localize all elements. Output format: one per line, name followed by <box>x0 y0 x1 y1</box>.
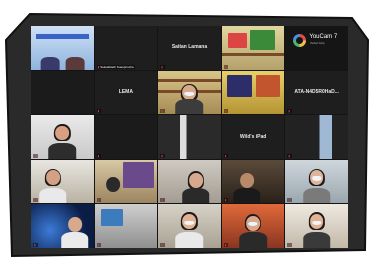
participant-video <box>158 159 221 204</box>
video-tile[interactable]: ▮ <box>31 159 94 204</box>
mic-muted-icon: ▮ <box>224 64 227 69</box>
participant-name-label: ▮ <box>287 153 293 158</box>
mic-muted-icon: ▮ <box>34 198 36 203</box>
video-tile[interactable]: Saitan Lamana ▮ <box>158 26 221 70</box>
video-tile[interactable]: ▮ <box>285 159 348 204</box>
video-tile[interactable]: ▮ <box>221 204 285 248</box>
video-tile[interactable]: ▮ <box>285 204 348 248</box>
mic-muted-icon: ▮ <box>224 198 227 203</box>
video-tile[interactable]: ▮ <box>158 159 221 204</box>
participant-video <box>31 70 94 115</box>
participant-video <box>221 159 285 204</box>
participant-name-label: ▮Suksabiteth Suanprincha <box>96 64 135 69</box>
mic-muted-icon: ▮ <box>224 153 227 158</box>
video-tile[interactable]: ▮ <box>31 115 94 159</box>
video-tile[interactable]: ▮ <box>94 115 158 159</box>
mic-muted-icon: ▮ <box>288 198 291 203</box>
video-tile[interactable]: ▮ <box>31 204 94 248</box>
mic-muted-icon: ▮ <box>224 242 227 247</box>
mic-muted-icon: ▮ <box>224 109 227 114</box>
mic-muted-icon: ▮ <box>161 198 163 203</box>
mic-muted-icon: ▮ <box>288 109 291 114</box>
video-tile[interactable]: ▮Suksabiteth Suanprincha <box>94 26 158 70</box>
participant-video <box>94 204 158 248</box>
participant-video <box>285 204 348 248</box>
video-tile[interactable]: ▮ <box>285 115 348 159</box>
mic-muted-icon: ▮ <box>97 109 100 114</box>
video-tile[interactable]: ▮ <box>94 204 158 248</box>
participant-name-label: ▮ <box>160 64 165 69</box>
participant-name-label: ▮ <box>160 109 165 114</box>
participant-name-label: ▮ <box>223 242 229 247</box>
mic-muted-icon: ▮ <box>161 64 163 69</box>
mic-muted-icon: ▮ <box>161 109 163 114</box>
participant-video <box>94 26 158 70</box>
participant-name-label: ▮ <box>223 153 229 158</box>
participant-name-label: ▮ <box>223 109 229 114</box>
participant-center-name: LEMA <box>118 88 133 95</box>
mic-muted-icon: ▮ <box>97 198 100 203</box>
video-tile[interactable]: YouCam 7 Perfect Corp <box>285 26 348 70</box>
participant-name-label: ▮ <box>33 242 38 247</box>
participant-center-name: Saitan Lamana <box>171 44 208 51</box>
video-tile[interactable]: ▮ <box>158 70 221 115</box>
participant-video <box>94 159 158 204</box>
participant-video <box>158 204 221 248</box>
participant-video <box>31 26 94 70</box>
participant-video <box>158 70 221 115</box>
mic-muted-icon: ▮ <box>288 242 291 247</box>
video-tile[interactable]: Wild's iPad ▮ <box>221 115 285 159</box>
participant-name-label: ▮ <box>287 242 293 247</box>
participant-video <box>31 115 94 159</box>
participant-name-label: ▮ <box>96 109 102 114</box>
participant-video <box>94 115 158 159</box>
participant-name-label: ▮ <box>287 109 293 114</box>
mic-muted-icon: ▮ <box>161 153 163 158</box>
mic-muted-icon: ▮ <box>97 64 100 69</box>
watermark-subtitle: Perfect Corp <box>310 42 325 45</box>
participant-name-label: ▮ <box>33 153 38 158</box>
mic-muted-icon: ▮ <box>161 242 163 247</box>
participant-name-label: ▮ <box>96 198 102 203</box>
participant-center-name: Wild's iPad <box>239 133 267 140</box>
participant-video <box>221 204 285 248</box>
video-tile[interactable] <box>31 26 94 70</box>
participant-video <box>285 115 348 159</box>
participant-video <box>221 70 285 115</box>
participant-name-label: ▮ <box>223 64 229 69</box>
participant-name-label: ▮ <box>223 198 229 203</box>
participant-video: YouCam 7 Perfect Corp <box>285 26 348 70</box>
mic-muted-icon: ▮ <box>97 153 100 158</box>
youcam-logo-icon <box>293 34 307 47</box>
mic-muted-icon: ▮ <box>288 153 291 158</box>
participant-name-label: ▮ <box>160 242 165 247</box>
video-gallery-grid: ▮Suksabiteth Suanprincha Saitan Lamana ▮… <box>31 26 348 248</box>
participant-name-label: ▮ <box>96 242 102 247</box>
participant-name-label: ▮ <box>287 198 293 203</box>
video-tile[interactable]: LEMA ▮ <box>94 70 158 115</box>
participant-video <box>221 26 285 70</box>
participant-name-label: ▮ <box>33 198 38 203</box>
video-tile[interactable]: ▮ <box>221 159 285 204</box>
participant-video <box>158 115 221 159</box>
video-tile[interactable]: ▮ <box>94 159 158 204</box>
participant-name-label: ▮ <box>96 153 102 158</box>
participant-video <box>31 159 94 204</box>
video-tile[interactable]: ▮ <box>221 26 285 70</box>
video-tile[interactable]: ▮ <box>158 204 221 248</box>
participant-name-label: ▮ <box>160 153 165 158</box>
video-tile[interactable]: ATA-N4D5R0HaD... ▮ <box>285 70 348 115</box>
watermark-brand: YouCam 7 <box>309 34 338 40</box>
participant-video <box>31 204 94 248</box>
video-tile[interactable]: ▮ <box>158 115 221 159</box>
video-tile[interactable]: ▮ <box>221 70 285 115</box>
participant-center-name: ATA-N4D5R0HaD... <box>294 88 339 95</box>
mic-muted-icon: ▮ <box>34 242 36 247</box>
mic-muted-icon: ▮ <box>34 153 36 158</box>
mic-muted-icon: ▮ <box>97 242 100 247</box>
participant-video <box>285 159 348 204</box>
participant-name-label: ▮ <box>160 198 165 203</box>
video-tile[interactable] <box>31 70 94 115</box>
